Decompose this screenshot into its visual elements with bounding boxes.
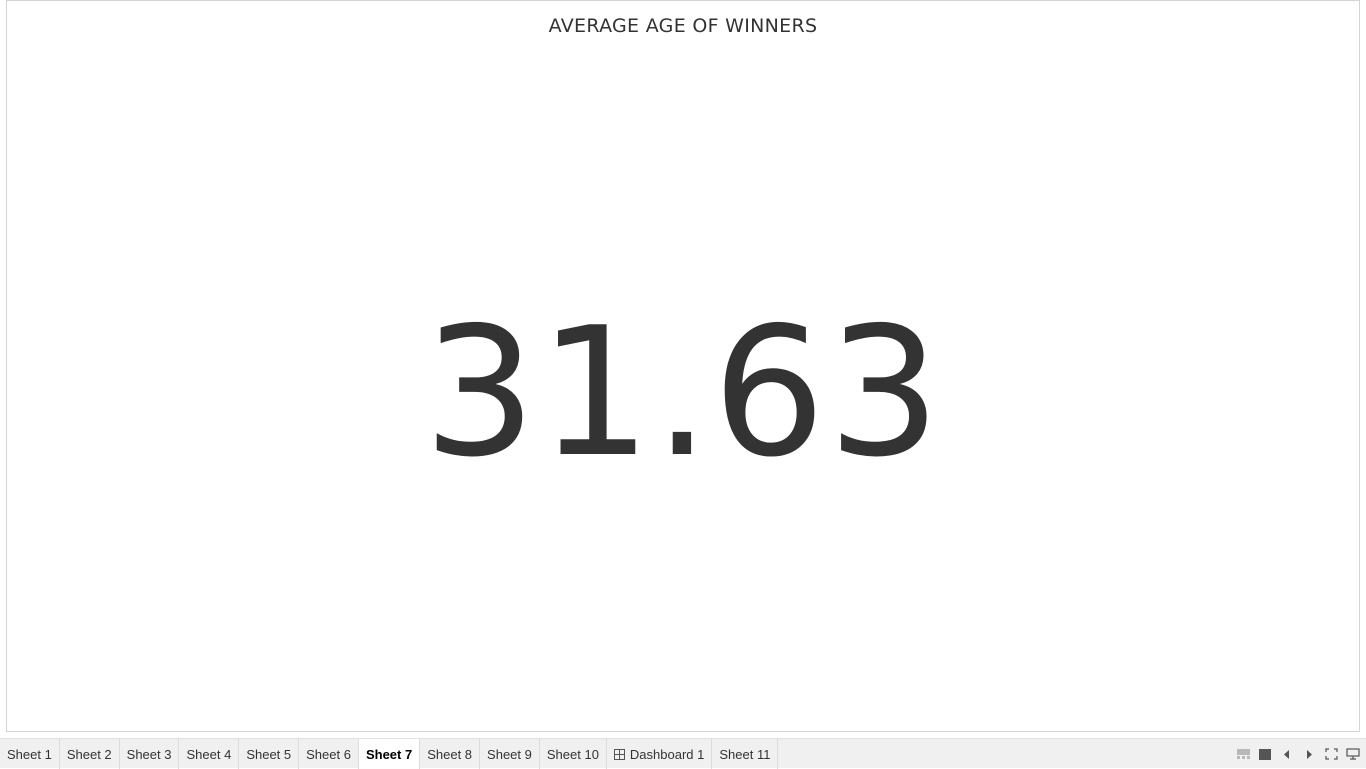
viz-title: AVERAGE AGE OF WINNERS xyxy=(548,15,818,37)
tab-sheet-3[interactable]: Sheet 3 xyxy=(120,739,180,769)
viz-canvas: AVERAGE AGE OF WINNERS 31.63 xyxy=(6,0,1360,732)
fullscreen-icon[interactable] xyxy=(1324,747,1338,761)
tab-sheet-10[interactable]: Sheet 10 xyxy=(540,739,607,769)
next-sheet-icon[interactable] xyxy=(1302,747,1316,761)
previous-sheet-icon[interactable] xyxy=(1280,747,1294,761)
tab-label: Sheet 2 xyxy=(66,746,112,762)
tab-sheet-6[interactable]: Sheet 6 xyxy=(299,739,359,769)
tab-label: Sheet 10 xyxy=(546,746,599,762)
tab-label: Sheet 11 xyxy=(719,746,771,762)
single-view-icon[interactable] xyxy=(1258,747,1272,761)
tab-label: Sheet 6 xyxy=(306,746,351,762)
view-controls xyxy=(1236,739,1360,769)
sheet-tab-bar: Sheet 1 Sheet 2 Sheet 3 Sheet 4 Sheet 5 … xyxy=(0,738,1366,769)
tab-sheet-8[interactable]: Sheet 8 xyxy=(420,739,481,769)
tab-label: Sheet 9 xyxy=(487,746,532,762)
tab-sheet-9[interactable]: Sheet 9 xyxy=(480,739,540,769)
tab-label: Sheet 1 xyxy=(7,746,52,762)
sheet-tabs: Sheet 1 Sheet 2 Sheet 3 Sheet 4 Sheet 5 … xyxy=(0,739,779,769)
tab-dashboard-1[interactable]: Dashboard 1 xyxy=(607,739,713,769)
tab-label: Sheet 8 xyxy=(427,746,473,762)
tab-label: Sheet 4 xyxy=(186,746,232,762)
kpi-value[interactable]: 31.63 xyxy=(7,293,1359,493)
tab-label: Dashboard 1 xyxy=(629,746,705,762)
tab-sheet-1[interactable]: Sheet 1 xyxy=(0,739,60,769)
presentation-mode-icon[interactable] xyxy=(1346,747,1360,761)
tab-sheet-7[interactable]: Sheet 7 xyxy=(358,739,421,769)
dashboard-icon xyxy=(613,748,625,760)
tab-sheet-5[interactable]: Sheet 5 xyxy=(239,739,300,769)
tab-sheet-4[interactable]: Sheet 4 xyxy=(179,739,240,769)
tab-label: Sheet 3 xyxy=(126,746,172,762)
tab-sheet-2[interactable]: Sheet 2 xyxy=(60,739,120,769)
filmstrip-view-icon[interactable] xyxy=(1236,747,1250,761)
tab-label: Sheet 5 xyxy=(246,746,292,762)
tab-label: Sheet 7 xyxy=(365,746,413,762)
tab-sheet-11[interactable]: Sheet 11 xyxy=(712,739,779,769)
